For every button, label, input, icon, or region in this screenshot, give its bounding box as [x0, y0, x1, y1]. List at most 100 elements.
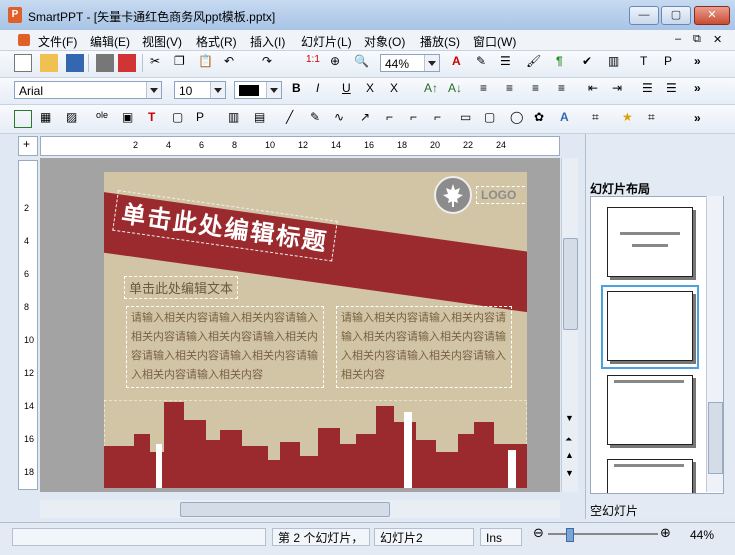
maximize-button[interactable]: ▢ [661, 6, 691, 25]
table-icon[interactable]: ▦ [40, 110, 58, 128]
wordart-icon[interactable]: A [560, 110, 578, 128]
pencil-icon[interactable]: ✎ [310, 110, 328, 128]
picture-frame-icon[interactable]: P [664, 54, 682, 72]
menu-view[interactable]: 视图(V) [142, 33, 182, 50]
select-frame-icon[interactable] [14, 110, 32, 128]
redo-icon[interactable]: ↷ [262, 54, 280, 72]
zoom-in-icon[interactable]: ⊕ [330, 54, 348, 72]
underline-icon[interactable]: U [342, 81, 360, 99]
menu-insert[interactable]: 插入(I) [250, 33, 285, 50]
text-color-icon[interactable]: A [452, 54, 470, 72]
text-frame-icon[interactable]: ▣ [122, 110, 140, 128]
rounded-rect-icon[interactable]: ▢ [484, 110, 502, 128]
paragraph-icon[interactable]: ¶ [556, 54, 574, 72]
layout-title-content[interactable] [607, 459, 693, 493]
bullet-list-icon[interactable]: ☰ [642, 81, 660, 99]
align-right-icon[interactable]: ≡ [532, 81, 550, 99]
ole-icon[interactable]: ole [96, 110, 114, 128]
body-text-right[interactable]: 请输入相关内容请输入相关内容请输入相关内容请输入相关内容请输入相关内容请输入相关… [336, 306, 512, 388]
status-insert-mode[interactable]: Ins [480, 528, 522, 546]
paste-icon[interactable]: 📋 [198, 54, 216, 72]
horizontal-ruler[interactable]: 2 4 6 8 10 12 14 16 18 20 22 24 [40, 136, 560, 156]
save-icon[interactable] [66, 54, 84, 72]
layout-title-only[interactable] [607, 207, 693, 277]
more-icon[interactable]: » [694, 81, 701, 95]
number-list-icon[interactable]: ☰ [666, 81, 684, 99]
copy-icon[interactable]: ❐ [174, 54, 192, 72]
layout-list-scrollbar[interactable] [706, 196, 723, 492]
new-icon[interactable] [14, 54, 32, 72]
color-combo[interactable] [234, 81, 282, 99]
chevron-down-icon[interactable] [266, 82, 281, 98]
chart-icon[interactable]: ▥ [608, 54, 626, 72]
menu-window[interactable]: 窗口(W) [473, 33, 516, 50]
more-icon[interactable]: » [694, 54, 701, 68]
zoom-out-icon[interactable]: ⊖ [533, 525, 544, 541]
font-size-combo[interactable]: 10 [174, 81, 226, 99]
chevron-down-icon[interactable] [210, 82, 225, 98]
align-center-icon[interactable]: ≡ [506, 81, 524, 99]
align-objects-icon[interactable]: ⌗ [648, 110, 666, 128]
connector-icon[interactable]: ⌐ [386, 110, 404, 128]
rectangle-icon[interactable]: ▭ [460, 110, 478, 128]
chevron-down-icon[interactable] [146, 82, 161, 98]
menu-edit[interactable]: 编辑(E) [90, 33, 130, 50]
crop-icon[interactable]: ⌗ [592, 110, 610, 128]
slide[interactable]: 单击此处编辑标题 LOGO 单击此处编辑文本 请输入相关内容请输入相关内容请输入… [104, 172, 527, 488]
ellipse-icon[interactable]: ◯ [510, 110, 528, 128]
shapes-icon[interactable]: ✿ [534, 110, 552, 128]
textbox-icon[interactable]: T [148, 110, 166, 128]
scroll-down-icon[interactable]: ▼ [565, 413, 574, 423]
zoom-slider-track[interactable] [548, 528, 658, 542]
vertical-ruler[interactable]: 2 4 6 8 10 12 14 16 18 [18, 160, 38, 490]
menu-format[interactable]: 格式(R) [196, 33, 237, 50]
layout-scroll-thumb[interactable] [708, 402, 723, 474]
prev-slide-icon[interactable]: ▲ [565, 450, 574, 460]
zoom-slider-thumb[interactable] [566, 528, 574, 542]
horizontal-scrollbar[interactable] [40, 500, 560, 518]
zoom-combo[interactable]: 44% [380, 54, 440, 72]
elbow-connector-icon[interactable]: ⌐ [410, 110, 428, 128]
page-num-icon[interactable]: 1:1 [306, 54, 324, 72]
clear-format-icon[interactable]: X [390, 81, 408, 99]
indent-decrease-icon[interactable]: ⇤ [588, 81, 606, 99]
body-text-left[interactable]: 请输入相关内容请输入相关内容请输入相关内容请输入相关内容请输入相关内容请输入相关… [126, 306, 324, 388]
italic-icon[interactable]: I [316, 81, 334, 99]
zoom-in-icon[interactable]: ⊕ [660, 525, 671, 541]
group-icon[interactable]: ▥ [228, 110, 246, 128]
ungroup-icon[interactable]: ▤ [254, 110, 272, 128]
brush-icon[interactable]: 🖌 [526, 54, 544, 72]
chevron-down-icon[interactable] [424, 55, 439, 71]
strikethrough-icon[interactable]: X [366, 81, 384, 99]
layout-title-top[interactable] [607, 375, 693, 445]
open-icon[interactable] [40, 54, 58, 72]
grow-font-icon[interactable]: A↑ [424, 81, 442, 99]
layout-list[interactable] [590, 196, 724, 494]
doc-close-button[interactable]: ✕ [713, 33, 722, 46]
spell-icon[interactable]: ✎ [476, 54, 494, 72]
logo-placeholder[interactable]: LOGO [476, 186, 527, 204]
slide-canvas[interactable]: 单击此处编辑标题 LOGO 单击此处编辑文本 请输入相关内容请输入相关内容请输入… [40, 158, 560, 492]
curve-icon[interactable]: ∿ [334, 110, 352, 128]
menu-play[interactable]: 播放(S) [420, 33, 460, 50]
align-left-icon[interactable]: ≡ [480, 81, 498, 99]
menu-object[interactable]: 对象(O) [364, 33, 405, 50]
layout-blank[interactable] [607, 291, 693, 361]
font-name-combo[interactable]: Arial [14, 81, 162, 99]
ruler-corner[interactable]: + [18, 136, 38, 156]
check-icon[interactable]: ✔ [582, 54, 600, 72]
curve-connector-icon[interactable]: ⌐ [434, 110, 452, 128]
plugin-icon[interactable]: P [196, 110, 214, 128]
subtitle-placeholder[interactable]: 单击此处编辑文本 [124, 276, 239, 299]
first-slide-icon[interactable]: ⏶ [565, 434, 572, 445]
indent-increase-icon[interactable]: ⇥ [612, 81, 630, 99]
image-icon[interactable]: ▨ [66, 110, 84, 128]
cut-icon[interactable]: ✂ [150, 54, 168, 72]
undo-icon[interactable]: ↶ [224, 54, 242, 72]
h-scroll-thumb[interactable] [180, 502, 390, 517]
vertical-scrollbar[interactable]: ▼ ⏶ ▲ ▼ [561, 158, 578, 492]
menu-file[interactable]: 文件(F) [38, 33, 77, 50]
graphic-icon[interactable]: ▢ [172, 110, 190, 128]
more-icon[interactable]: » [694, 111, 701, 125]
print-icon[interactable] [96, 54, 114, 72]
